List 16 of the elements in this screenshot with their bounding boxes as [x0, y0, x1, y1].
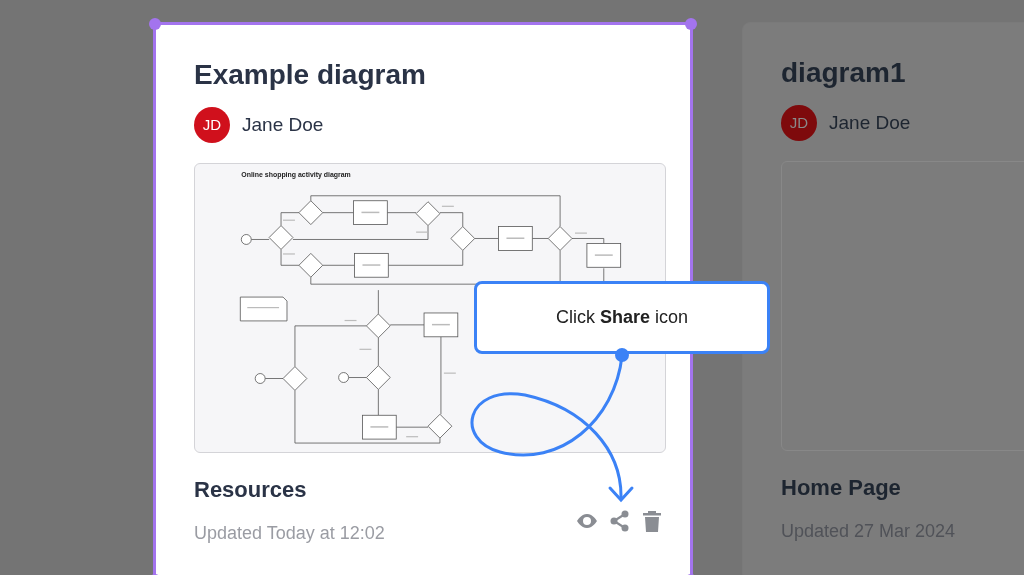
resize-handle[interactable] [685, 18, 697, 30]
diagram-title: diagram1 [781, 56, 907, 90]
avatar: JD [781, 105, 817, 141]
diagram-title: Example diagram [194, 58, 427, 92]
avatar: JD [194, 107, 230, 143]
eye-icon[interactable] [576, 513, 598, 528]
owner-name: Jane Doe [242, 112, 324, 137]
tooltip-callout: Click Share icon [474, 281, 770, 354]
resize-handle[interactable] [149, 18, 161, 30]
anchor-dot [615, 348, 629, 362]
folder-name: Resources [194, 476, 308, 504]
updated-time: Updated Today at 12:02 [194, 522, 385, 545]
trash-icon[interactable] [642, 509, 662, 532]
share-icon[interactable] [610, 509, 630, 532]
folder-name: Home Page [781, 474, 902, 502]
owner-name: Jane Doe [829, 110, 911, 135]
